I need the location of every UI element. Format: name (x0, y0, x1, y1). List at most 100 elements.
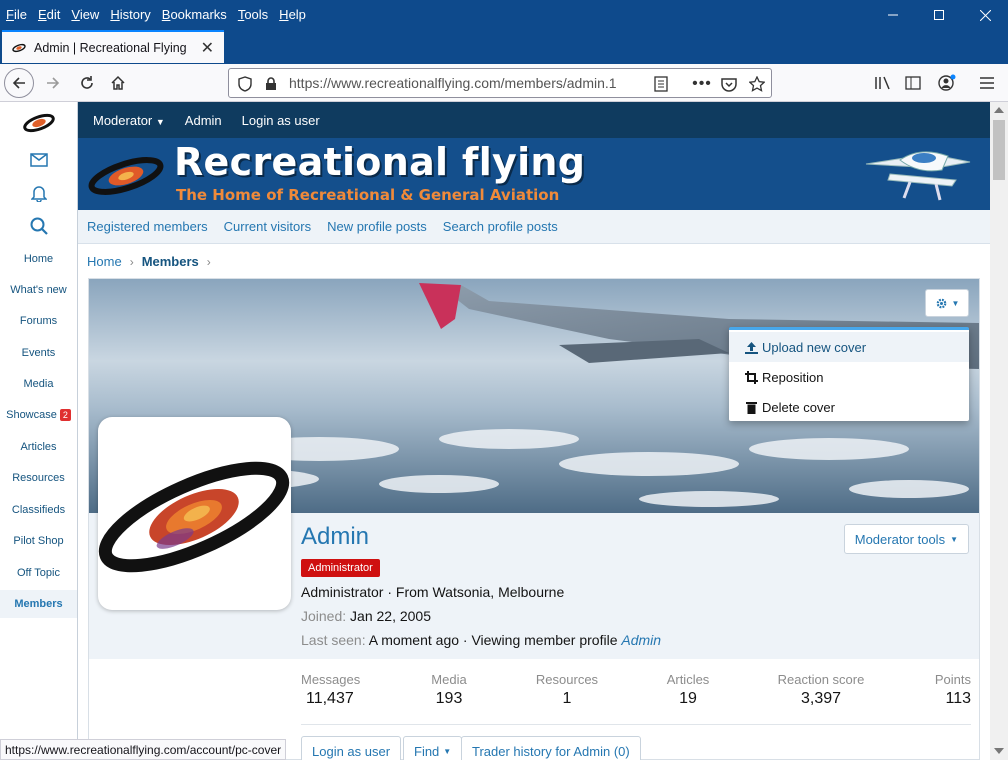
reader-view-icon[interactable] (651, 74, 671, 94)
sidebar-item-off-topic[interactable]: Off Topic (0, 559, 77, 587)
browser-tab[interactable]: Admin | Recreational Flying ✕ (2, 30, 224, 63)
site-logo-icon[interactable] (22, 110, 56, 136)
divider (301, 724, 971, 725)
aircraft-icon (865, 151, 971, 201)
menu-tools[interactable]: Tools (233, 7, 273, 22)
sidebar-item-classifieds[interactable]: Classifieds (0, 496, 77, 524)
page-content: Moderator ▼ Admin Login as user Recreati… (78, 102, 990, 760)
gear-icon (936, 298, 946, 308)
menu-file[interactable]: File (1, 7, 32, 22)
account-icon[interactable] (932, 68, 962, 98)
sidebar-item-forums[interactable]: Forums (0, 307, 77, 335)
member-stats: Messages 11,437 Media 193 Resources 1 Artic… (301, 672, 971, 712)
subnav-search-profile-posts[interactable]: Search profile posts (443, 219, 558, 234)
moderator-tools-button[interactable]: Moderator tools ▼ (843, 524, 969, 554)
bookmark-star-icon[interactable] (747, 74, 767, 94)
upload-cover-item[interactable]: Upload new cover (729, 332, 969, 362)
search-icon[interactable] (26, 213, 52, 239)
hamburger-menu-icon[interactable] (972, 68, 1002, 98)
reposition-cover-item[interactable]: Reposition (729, 362, 969, 392)
stat-messages[interactable]: Messages 11,437 (301, 672, 360, 708)
menu-view[interactable]: View (66, 7, 104, 22)
delete-cover-item[interactable]: Delete cover (729, 392, 969, 422)
close-tab-icon[interactable]: ✕ (201, 38, 214, 58)
url-text[interactable]: https://www.recreationalflying.com/membe… (289, 75, 643, 91)
cover-options-menu: Upload new cover Reposition Delete cover (729, 327, 969, 421)
back-icon[interactable] (4, 68, 34, 98)
sidebar-item-whats-new[interactable]: What's new (0, 276, 77, 304)
page-scrollbar[interactable] (990, 102, 1008, 760)
envelope-icon[interactable] (26, 147, 52, 173)
member-name[interactable]: Admin (301, 523, 369, 551)
login-as-user-button[interactable]: Login as user (301, 736, 402, 760)
avatar-logo-icon (98, 461, 290, 573)
avatar[interactable] (98, 417, 291, 610)
close-window-icon[interactable] (962, 0, 1008, 30)
moderator-menu[interactable]: Moderator ▼ (83, 113, 175, 128)
sidebar-item-pilot-shop[interactable]: Pilot Shop (0, 527, 77, 555)
sidebar-item-resources[interactable]: Resources (0, 464, 77, 492)
breadcrumb-home[interactable]: Home (87, 254, 122, 269)
url-host: https://www.recreationalflying.com (289, 75, 501, 91)
stat-label: Messages (301, 672, 361, 687)
moderator-tools-label: Moderator tools (854, 531, 946, 547)
sidebar-item-media[interactable]: Media (0, 370, 77, 398)
scroll-down-icon[interactable] (994, 748, 1004, 754)
sidebar-item-showcase[interactable]: Showcase 2 (0, 401, 77, 429)
forward-icon[interactable] (38, 68, 68, 98)
stat-resources[interactable]: Resources 1 (535, 672, 599, 708)
subnav-current-visitors[interactable]: Current visitors (224, 219, 311, 234)
sidebar-item-members[interactable]: Members (0, 590, 77, 618)
stat-value: 113 (945, 690, 971, 707)
pocket-icon[interactable] (719, 74, 739, 94)
site-banner[interactable]: Recreational flying The Home of Recreati… (78, 138, 990, 210)
chevron-right-icon: › (129, 254, 134, 269)
stat-reaction-score[interactable]: Reaction score 3,397 (775, 672, 867, 708)
sidebar-item-events[interactable]: Events (0, 339, 77, 367)
breadcrumb: Home › Members › (87, 254, 219, 269)
minimize-icon[interactable] (870, 0, 916, 30)
sidebar-item-home[interactable]: Home (0, 245, 77, 273)
banner-title: Recreational flying (174, 140, 586, 184)
site-favicon-icon (12, 43, 26, 52)
subnav-registered-members[interactable]: Registered members (87, 219, 208, 234)
shield-icon[interactable] (235, 74, 255, 94)
stat-articles[interactable]: Articles 19 (663, 672, 713, 708)
showcase-count-badge: 2 (59, 409, 71, 421)
menu-edit[interactable]: Edit (33, 7, 65, 22)
subnav-new-profile-posts[interactable]: New profile posts (327, 219, 427, 234)
find-button[interactable]: Find ▼ (403, 736, 463, 760)
window-controls (870, 0, 1008, 30)
browser-menubar: File Edit View History Bookmarks Tools H… (0, 0, 1008, 28)
scroll-up-icon[interactable] (994, 107, 1004, 113)
scrollbar-thumb[interactable] (993, 120, 1005, 180)
cover-options-button[interactable]: ▼ (925, 289, 969, 317)
sidebar-item-articles[interactable]: Articles (0, 433, 77, 461)
menu-history[interactable]: History (105, 7, 155, 22)
trader-history-button[interactable]: Trader history for Admin (0) (461, 736, 641, 760)
stat-value: 193 (435, 690, 463, 707)
library-icon[interactable] (868, 68, 898, 98)
more-actions-icon[interactable]: ••• (692, 74, 712, 94)
stat-points[interactable]: Points 113 (935, 672, 971, 708)
home-icon[interactable] (103, 68, 133, 98)
admin-link[interactable]: Admin (175, 113, 232, 128)
breadcrumb-members[interactable]: Members (142, 254, 199, 269)
stat-value: 3,397 (800, 690, 842, 707)
lock-icon[interactable] (261, 74, 281, 94)
stat-media[interactable]: Media 193 (429, 672, 469, 708)
reload-icon[interactable] (72, 68, 102, 98)
bell-icon[interactable] (26, 180, 52, 206)
sidebar-toggle-icon[interactable] (898, 68, 928, 98)
joined-date: Jan 22, 2005 (350, 608, 432, 624)
menu-help[interactable]: Help (274, 7, 311, 22)
last-seen-link[interactable]: Admin (621, 632, 661, 648)
menu-bookmarks[interactable]: Bookmarks (157, 7, 232, 22)
login-as-user-link[interactable]: Login as user (232, 113, 330, 128)
maximize-icon[interactable] (916, 0, 962, 30)
delete-cover-label: Delete cover (762, 399, 835, 415)
caret-down-icon: ▼ (155, 116, 165, 127)
member-profile-card: ▼ Upload new cover Reposition Delete cov… (88, 278, 980, 760)
joined-line: Joined: Jan 22, 2005 (301, 608, 431, 624)
url-bar[interactable]: https://www.recreationalflying.com/membe… (228, 68, 772, 98)
